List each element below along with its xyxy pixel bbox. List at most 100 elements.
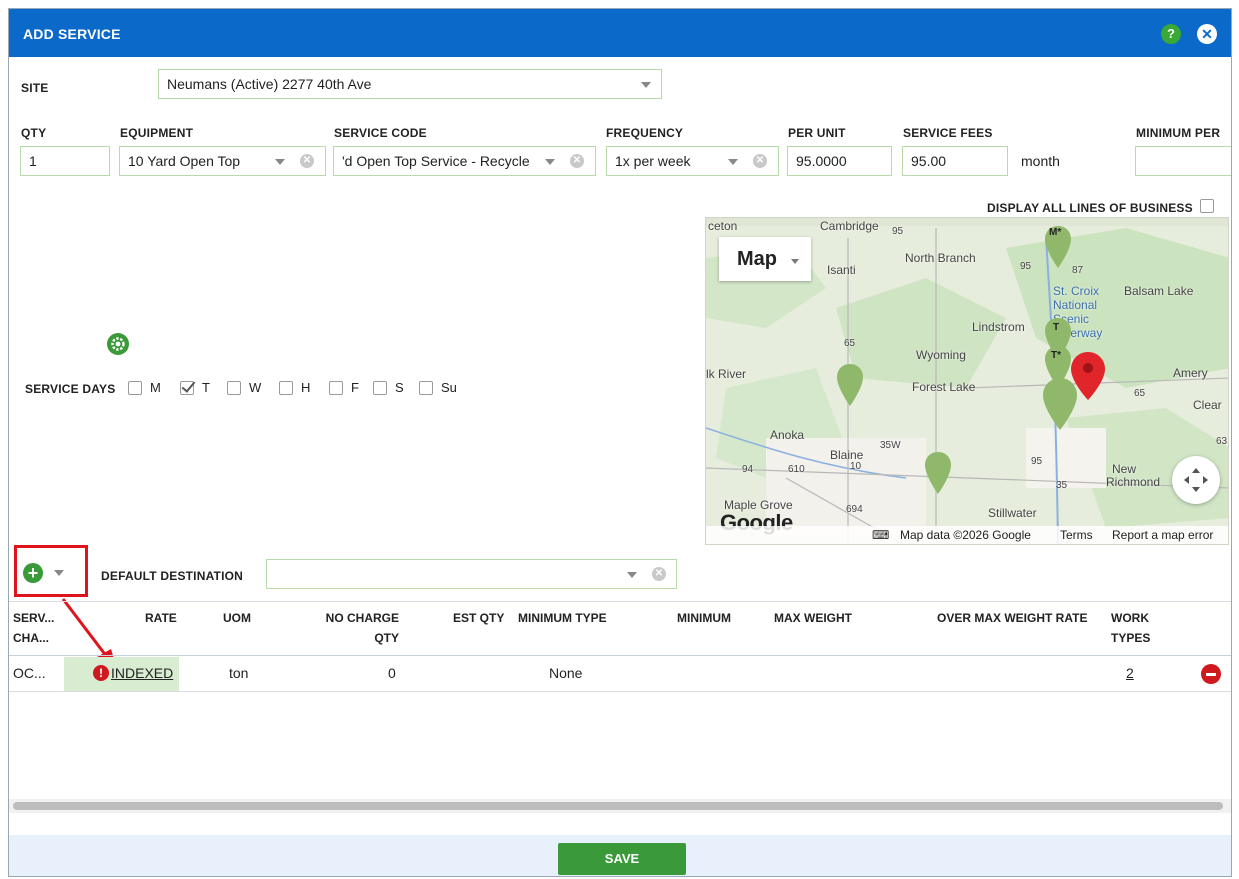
day-checkbox-f[interactable] — [329, 381, 343, 395]
day-label-m: M — [150, 380, 161, 395]
map-place: Stillwater — [988, 506, 1037, 520]
map-place: Balsam Lake — [1124, 284, 1194, 298]
horizontal-scrollbar-thumb[interactable] — [13, 802, 1223, 810]
map-place: Wyoming — [916, 348, 966, 362]
map-route: 35 — [1056, 480, 1068, 491]
map-attribution: ⌨ Map data ©2026 Google Terms Report a m… — [706, 526, 1228, 544]
day-checkbox-w[interactable] — [227, 381, 241, 395]
add-icon[interactable]: + — [23, 563, 43, 583]
frequency-select[interactable]: 1x per week ✕ — [606, 146, 779, 176]
day-checkbox-m[interactable] — [128, 381, 142, 395]
col-header-uom[interactable]: UOM — [223, 608, 251, 628]
day-checkbox-su[interactable] — [419, 381, 433, 395]
map-route: 65 — [844, 338, 856, 349]
map-marker[interactable] — [836, 362, 864, 408]
chevron-down-icon — [275, 159, 285, 165]
keyboard-icon[interactable]: ⌨ — [872, 528, 889, 542]
col-header-work-types[interactable]: WORK TYPES — [1111, 608, 1150, 648]
error-icon: ! — [93, 665, 109, 681]
day-checkbox-s[interactable] — [373, 381, 387, 395]
map-route: 95 — [1020, 261, 1032, 272]
crosshair-icon — [1184, 468, 1208, 492]
map-route: 35W — [880, 440, 901, 451]
col-header-over-max-weight-rate[interactable]: OVER MAX WEIGHT RATE — [937, 608, 1087, 628]
map-route: 87 — [1072, 265, 1084, 276]
map-place: Amery — [1173, 366, 1208, 380]
clear-icon[interactable]: ✕ — [300, 154, 314, 168]
gear-icon[interactable] — [107, 333, 129, 355]
map-route: 65 — [1134, 388, 1146, 399]
service-code-label: SERVICE CODE — [334, 126, 427, 140]
cell-minimum-type[interactable]: None — [549, 665, 582, 681]
selected-location-marker[interactable] — [1070, 350, 1106, 402]
save-button[interactable]: SAVE — [558, 843, 686, 875]
equipment-select[interactable]: 10 Yard Open Top ✕ — [119, 146, 326, 176]
clear-icon[interactable]: ✕ — [570, 154, 584, 168]
col-header-line: WORK — [1111, 611, 1149, 625]
map-place: Anoka — [770, 428, 805, 442]
site-label: SITE — [21, 81, 49, 95]
day-label-s: S — [395, 380, 404, 395]
map-place: North Branch — [905, 251, 976, 265]
work-types-link[interactable]: 2 — [1126, 665, 1134, 681]
col-header-service-charge[interactable]: SERV... CHA... — [13, 608, 54, 648]
map-recenter-button[interactable] — [1172, 456, 1220, 504]
col-header-line: CHA... — [13, 631, 49, 645]
map-route: 10 — [850, 461, 862, 472]
help-icon[interactable]: ? — [1161, 24, 1181, 44]
report-map-error-link[interactable]: Report a map error — [1112, 528, 1213, 542]
table-header-border — [9, 655, 1231, 656]
remove-row-icon[interactable] — [1201, 664, 1221, 684]
clear-icon[interactable]: ✕ — [753, 154, 767, 168]
map-place: St. Croix — [1053, 284, 1100, 298]
day-checkbox-t[interactable] — [180, 381, 194, 395]
map-place: lk River — [706, 367, 747, 381]
cell-no-charge-qty: 0 — [388, 665, 396, 681]
map-type-button[interactable]: Map — [719, 237, 811, 281]
service-fees-period: month — [1021, 153, 1060, 169]
col-header-minimum[interactable]: MINIMUM — [677, 608, 731, 628]
equipment-label: EQUIPMENT — [120, 126, 194, 140]
equipment-value: 10 Yard Open Top — [128, 153, 241, 169]
map-marker[interactable] — [924, 450, 952, 496]
service-fees-value: 95.00 — [911, 153, 947, 169]
map-place: Cambridge — [820, 219, 879, 233]
map-type-label: Map — [737, 248, 777, 270]
col-header-no-charge-qty[interactable]: NO CHARGE QTY — [324, 608, 399, 648]
service-days-label: SERVICE DAYS — [25, 382, 116, 396]
map-place: ceton — [708, 219, 738, 233]
day-checkbox-h[interactable] — [279, 381, 293, 395]
map-data-text: Map data ©2026 Google — [900, 528, 1031, 542]
default-destination-select[interactable]: ✕ — [266, 559, 677, 589]
row-divider — [9, 691, 1231, 692]
add-service-dialog: ADD SERVICE ? ✕ SITE Neumans (Active) 22… — [8, 8, 1232, 877]
col-header-est-qty[interactable]: EST QTY — [453, 608, 504, 628]
site-select[interactable]: Neumans (Active) 2277 40th Ave — [158, 69, 662, 99]
col-header-rate[interactable]: RATE — [145, 608, 177, 628]
per-unit-value: 95.0000 — [796, 153, 847, 169]
map-route: 94 — [742, 464, 754, 475]
map-place: National — [1053, 298, 1098, 312]
minimum-per-input[interactable] — [1135, 146, 1231, 176]
frequency-value: 1x per week — [615, 153, 691, 169]
day-label-f: F — [351, 380, 359, 395]
chevron-down-icon — [641, 82, 651, 88]
service-fees-input[interactable]: 95.00 — [902, 146, 1008, 176]
col-header-minimum-type[interactable]: MINIMUM TYPE — [518, 608, 607, 628]
col-header-max-weight[interactable]: MAX WEIGHT — [774, 608, 852, 628]
qty-input[interactable]: 1 — [20, 146, 110, 176]
display-all-checkbox[interactable] — [1200, 199, 1214, 213]
chevron-down-icon[interactable] — [54, 570, 64, 576]
service-fees-label: SERVICE FEES — [903, 126, 993, 140]
display-all-label: DISPLAY ALL LINES OF BUSINESS — [987, 201, 1193, 215]
rate-indexed-link[interactable]: INDEXED — [111, 665, 173, 681]
map-terms-link[interactable]: Terms — [1060, 528, 1093, 542]
map-place: Richmond — [1106, 475, 1161, 489]
per-unit-input[interactable]: 95.0000 — [787, 146, 892, 176]
clear-icon[interactable]: ✕ — [652, 567, 666, 581]
service-code-select[interactable]: 'd Open Top Service - Recycle ✕ — [333, 146, 596, 176]
map-route: 610 — [788, 464, 805, 475]
map-route: 694 — [846, 504, 863, 515]
close-icon[interactable]: ✕ — [1197, 24, 1217, 44]
map-view[interactable]: Map ceton Cambridge 95 Isanti North Bran… — [705, 217, 1229, 545]
